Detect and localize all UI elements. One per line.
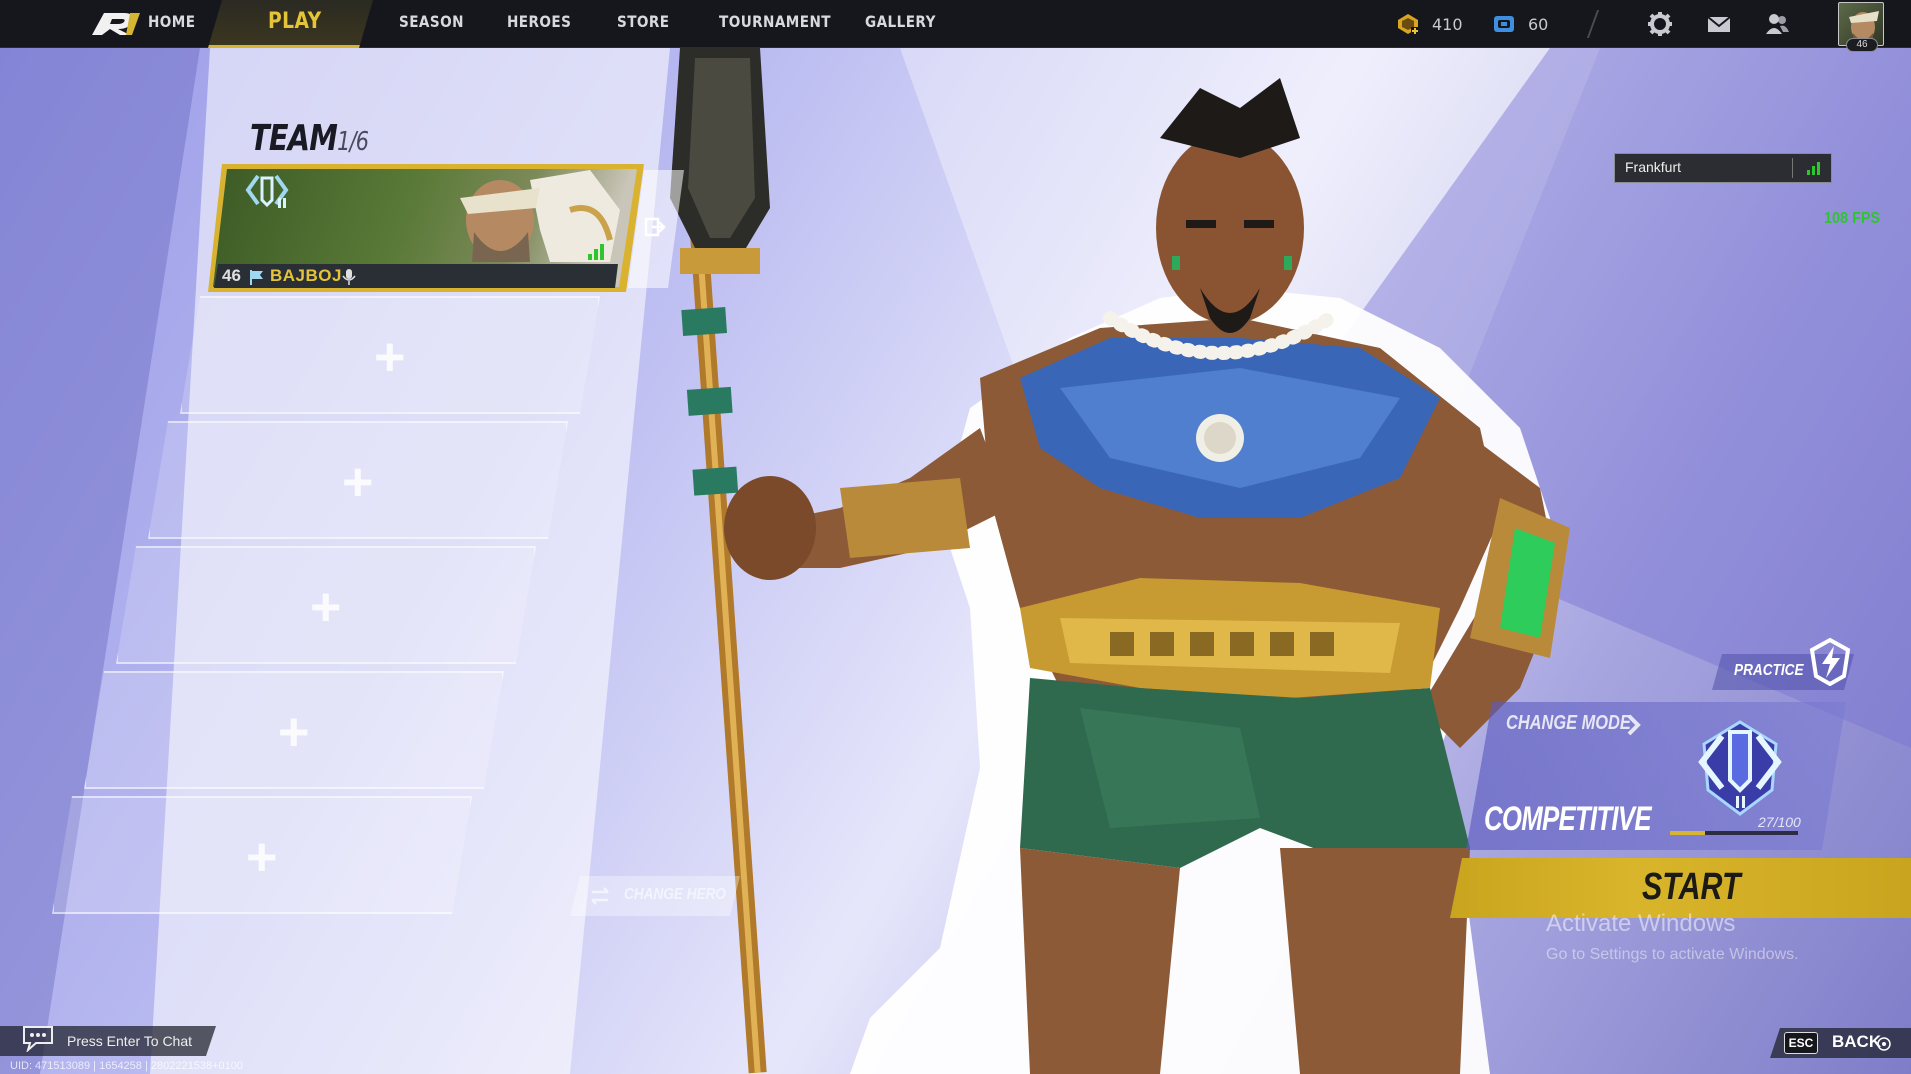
leave-team-icon[interactable] xyxy=(644,216,666,238)
lattice-coin-icon xyxy=(1494,16,1514,32)
practice-target-icon[interactable] xyxy=(1808,636,1852,686)
uid-text: UID: 471513089 | 1654258 | 2802221538+01… xyxy=(10,1060,243,1072)
friends-icon[interactable] xyxy=(1763,10,1791,38)
unit-currency-value: 410 xyxy=(1432,14,1463,34)
nav-play[interactable]: PLAY xyxy=(268,0,322,48)
nav-gallery[interactable]: GALLERY xyxy=(865,0,936,48)
connection-signal-icon xyxy=(588,244,604,260)
change-hero-label: CHANGE HERO xyxy=(624,886,727,903)
nav-heroes[interactable]: HEROES xyxy=(507,0,571,48)
lattice-currency[interactable]: 60 xyxy=(1492,10,1548,38)
chat-bubble-icon xyxy=(23,1026,53,1052)
swap-arrows-icon xyxy=(591,887,609,905)
team-title: TEAM1/6 xyxy=(250,118,369,159)
team-title-label: TEAM xyxy=(250,118,338,159)
competitive-rank-emblem-icon xyxy=(1698,720,1782,816)
back-label: BACK xyxy=(1832,1032,1882,1051)
add-teammate-plus[interactable]: + xyxy=(342,455,374,509)
start-label: START xyxy=(1642,866,1741,908)
unit-coin-icon xyxy=(1398,14,1419,35)
change-mode-label[interactable]: CHANGE MODE xyxy=(1506,712,1631,735)
windows-activation-title: Activate Windows xyxy=(1546,910,1736,937)
ping-signal-icon xyxy=(1807,162,1820,175)
nav-season[interactable]: SEASON xyxy=(399,0,464,48)
fps-counter: 108 FPS xyxy=(1824,210,1881,227)
nav-tournament[interactable]: TOURNAMENT xyxy=(719,0,831,48)
server-name: Frankfurt xyxy=(1625,159,1682,175)
team-count: 1/6 xyxy=(337,127,369,157)
current-mode-name: COMPETITIVE xyxy=(1484,800,1652,838)
player-name: BAJBOJ xyxy=(270,266,342,285)
add-teammate-plus[interactable]: + xyxy=(374,330,406,384)
chevron-right-icon xyxy=(1627,714,1641,736)
windows-activation-subtitle: Go to Settings to activate Windows. xyxy=(1546,946,1799,963)
player-level: 46 xyxy=(222,266,241,285)
avatar-level-badge: 46 xyxy=(1846,38,1878,52)
topbar-divider xyxy=(1586,10,1600,38)
add-teammate-plus[interactable]: + xyxy=(278,705,310,759)
lattice-currency-value: 60 xyxy=(1528,14,1549,34)
top-navigation-bar: HOME PLAY SEASON HEROES STORE TOURNAMENT… xyxy=(0,0,1911,52)
nav-home[interactable]: HOME xyxy=(148,0,195,48)
rank-progress-fill xyxy=(1670,831,1705,835)
crosshair-icon xyxy=(1877,1037,1891,1051)
nav-store[interactable]: STORE xyxy=(617,0,670,48)
server-divider xyxy=(1792,158,1793,178)
microphone-icon[interactable] xyxy=(342,268,356,286)
rank-progress-text: 27/100 xyxy=(1758,814,1801,830)
game-logo-icon[interactable] xyxy=(88,9,142,39)
esc-key-hint: ESC xyxy=(1784,1032,1818,1054)
add-teammate-plus[interactable]: + xyxy=(246,830,278,884)
mail-icon[interactable] xyxy=(1705,10,1733,38)
add-teammate-plus[interactable]: + xyxy=(310,580,342,634)
hero-portrait xyxy=(670,48,1570,1074)
settings-gear-icon[interactable] xyxy=(1646,10,1674,38)
player-flag-icon xyxy=(250,270,263,285)
competitive-rank-icon xyxy=(245,174,289,208)
chat-hint: Press Enter To Chat xyxy=(67,1033,193,1049)
practice-label: PRACTICE xyxy=(1734,662,1804,679)
unit-currency[interactable]: 410 xyxy=(1396,10,1463,38)
